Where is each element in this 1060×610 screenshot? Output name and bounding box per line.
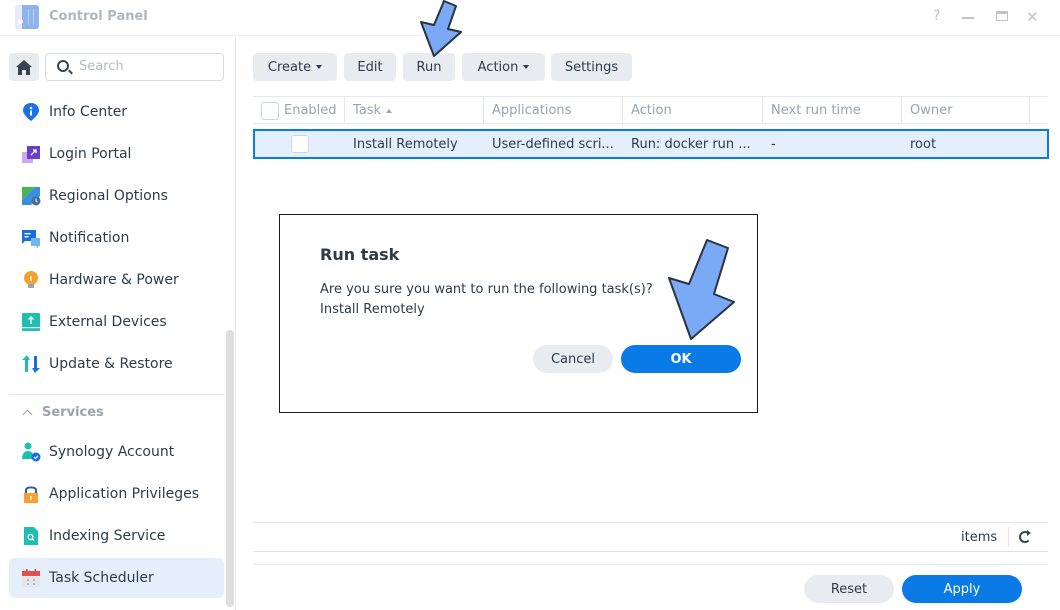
column-label: Task: [353, 103, 382, 118]
settings-button[interactable]: Settings: [551, 53, 632, 81]
sidebar-item-hardware-power[interactable]: Hardware & Power: [9, 260, 224, 300]
action-label: Action: [477, 59, 519, 75]
ok-button[interactable]: OK: [621, 345, 741, 373]
maximize-button[interactable]: [996, 11, 1008, 21]
sort-ascending-icon: [386, 108, 393, 113]
sidebar-item-regional-options[interactable]: Regional Options: [9, 176, 224, 216]
dialog-question: Are you sure you want to run the followi…: [320, 282, 653, 297]
create-button[interactable]: Create: [253, 53, 337, 81]
column-applications[interactable]: Applications: [484, 97, 623, 124]
refresh-icon[interactable]: [1019, 530, 1031, 543]
sidebar-item-label: Synology Account: [49, 444, 175, 460]
hardware-power-icon: [24, 271, 38, 288]
table-row[interactable]: Install Remotely User-defined scri... Ru…: [253, 129, 1049, 159]
indexing-icon: [24, 527, 38, 545]
caret-down-icon: [316, 65, 323, 69]
select-all-checkbox[interactable]: [261, 101, 279, 120]
sidebar-item-label: Info Center: [49, 104, 128, 120]
create-label: Create: [267, 59, 312, 75]
sidebar-item-notification[interactable]: Notification: [9, 218, 224, 258]
column-next-run-time[interactable]: Next run time: [763, 97, 902, 124]
sidebar-item-label: Hardware & Power: [49, 272, 179, 288]
cell-action: Run: docker run ...: [631, 136, 751, 152]
regional-options-icon: [22, 187, 41, 206]
task-grid-header: Enabled Task Applications Action Next ru…: [253, 96, 1048, 124]
update-restore-icon: [22, 355, 40, 373]
section-divider: [9, 394, 224, 395]
synology-account-icon: [22, 442, 41, 462]
sidebar-item-label: External Devices: [49, 314, 167, 330]
edit-button[interactable]: Edit: [344, 53, 396, 81]
action-button[interactable]: Action: [462, 53, 545, 81]
sidebar-item-label: Task Scheduler: [49, 570, 154, 586]
dialog-task-name: Install Remotely: [320, 302, 425, 317]
sidebar-scrollbar-thumb-visible-screen[interactable]: [226, 330, 234, 607]
sidebar-item-external-devices[interactable]: External Devices: [9, 302, 224, 342]
sidebar-item-application-privileges[interactable]: Application Privileges: [9, 474, 224, 514]
help-button[interactable]: ?: [933, 8, 940, 24]
sidebar-item-label: Login Portal: [49, 146, 132, 162]
search-icon: [57, 60, 69, 72]
column-owner[interactable]: Owner: [902, 97, 1030, 124]
divider: [253, 564, 1048, 565]
calendar-icon: [22, 569, 40, 587]
items-count-label: items: [961, 530, 998, 545]
sidebar-item-label: Application Privileges: [49, 486, 199, 502]
close-button[interactable]: ✕: [1026, 8, 1039, 26]
search-field[interactable]: [45, 53, 224, 81]
title-bar: Control Panel ? ✕: [0, 0, 1060, 36]
column-label: Enabled: [284, 103, 337, 118]
sidebar: Info Center Login Portal Regional Option…: [0, 37, 236, 610]
dialog-title: Run task: [320, 245, 400, 264]
sidebar-item-task-scheduler[interactable]: Task Scheduler: [9, 558, 224, 598]
column-label: Action: [631, 103, 672, 118]
external-devices-icon: [22, 313, 40, 331]
divider: [1008, 527, 1009, 547]
divider: [253, 551, 1048, 552]
info-icon: [23, 103, 39, 121]
annotation-arrow-run: [420, 0, 462, 57]
row-enabled-checkbox[interactable]: [291, 135, 309, 153]
cell-next-run-time: -: [771, 136, 776, 152]
home-icon: [16, 59, 32, 75]
cancel-button[interactable]: Cancel: [533, 345, 613, 373]
column-enabled[interactable]: Enabled: [253, 97, 345, 124]
sidebar-item-label: Notification: [49, 230, 130, 246]
sidebar-item-label: Regional Options: [49, 188, 168, 204]
column-label: Applications: [492, 103, 572, 118]
minimize-button[interactable]: [962, 17, 974, 19]
sidebar-item-info-center[interactable]: Info Center: [9, 92, 224, 132]
annotation-arrow-ok: [668, 239, 735, 340]
dialog-message: Are you sure you want to run the followi…: [320, 280, 653, 320]
section-label: Services: [42, 405, 104, 420]
control-panel-app-icon: [15, 5, 39, 29]
divider: [253, 522, 1048, 523]
apply-button[interactable]: Apply: [902, 575, 1022, 603]
sidebar-item-synology-account[interactable]: Synology Account: [9, 432, 224, 472]
control-panel-window: Control Panel ? ✕ Info Center Login Port…: [0, 0, 1060, 610]
lock-icon: [24, 486, 38, 503]
cell-task: Install Remotely: [353, 136, 458, 152]
notification-icon: [22, 230, 40, 248]
column-action[interactable]: Action: [623, 97, 763, 124]
sidebar-item-label: Indexing Service: [49, 528, 166, 544]
home-button[interactable]: [9, 53, 39, 81]
services-section-header[interactable]: Services: [22, 405, 104, 420]
reset-button[interactable]: Reset: [804, 575, 894, 603]
window-title: Control Panel: [49, 9, 148, 24]
login-portal-icon: [22, 146, 40, 163]
sidebar-item-login-portal[interactable]: Login Portal: [9, 134, 224, 174]
column-task[interactable]: Task: [345, 97, 484, 124]
search-input[interactable]: [79, 59, 219, 74]
chevron-up-icon: [22, 409, 33, 420]
column-label: Next run time: [771, 103, 861, 118]
sidebar-item-update-restore[interactable]: Update & Restore: [9, 344, 224, 384]
column-label: Owner: [910, 103, 953, 118]
sidebar-item-label: Update & Restore: [49, 356, 173, 372]
cell-owner: root: [910, 136, 937, 152]
cell-applications: User-defined scri...: [492, 136, 614, 152]
caret-down-icon: [523, 65, 530, 69]
sidebar-item-indexing-service[interactable]: Indexing Service: [9, 516, 224, 556]
